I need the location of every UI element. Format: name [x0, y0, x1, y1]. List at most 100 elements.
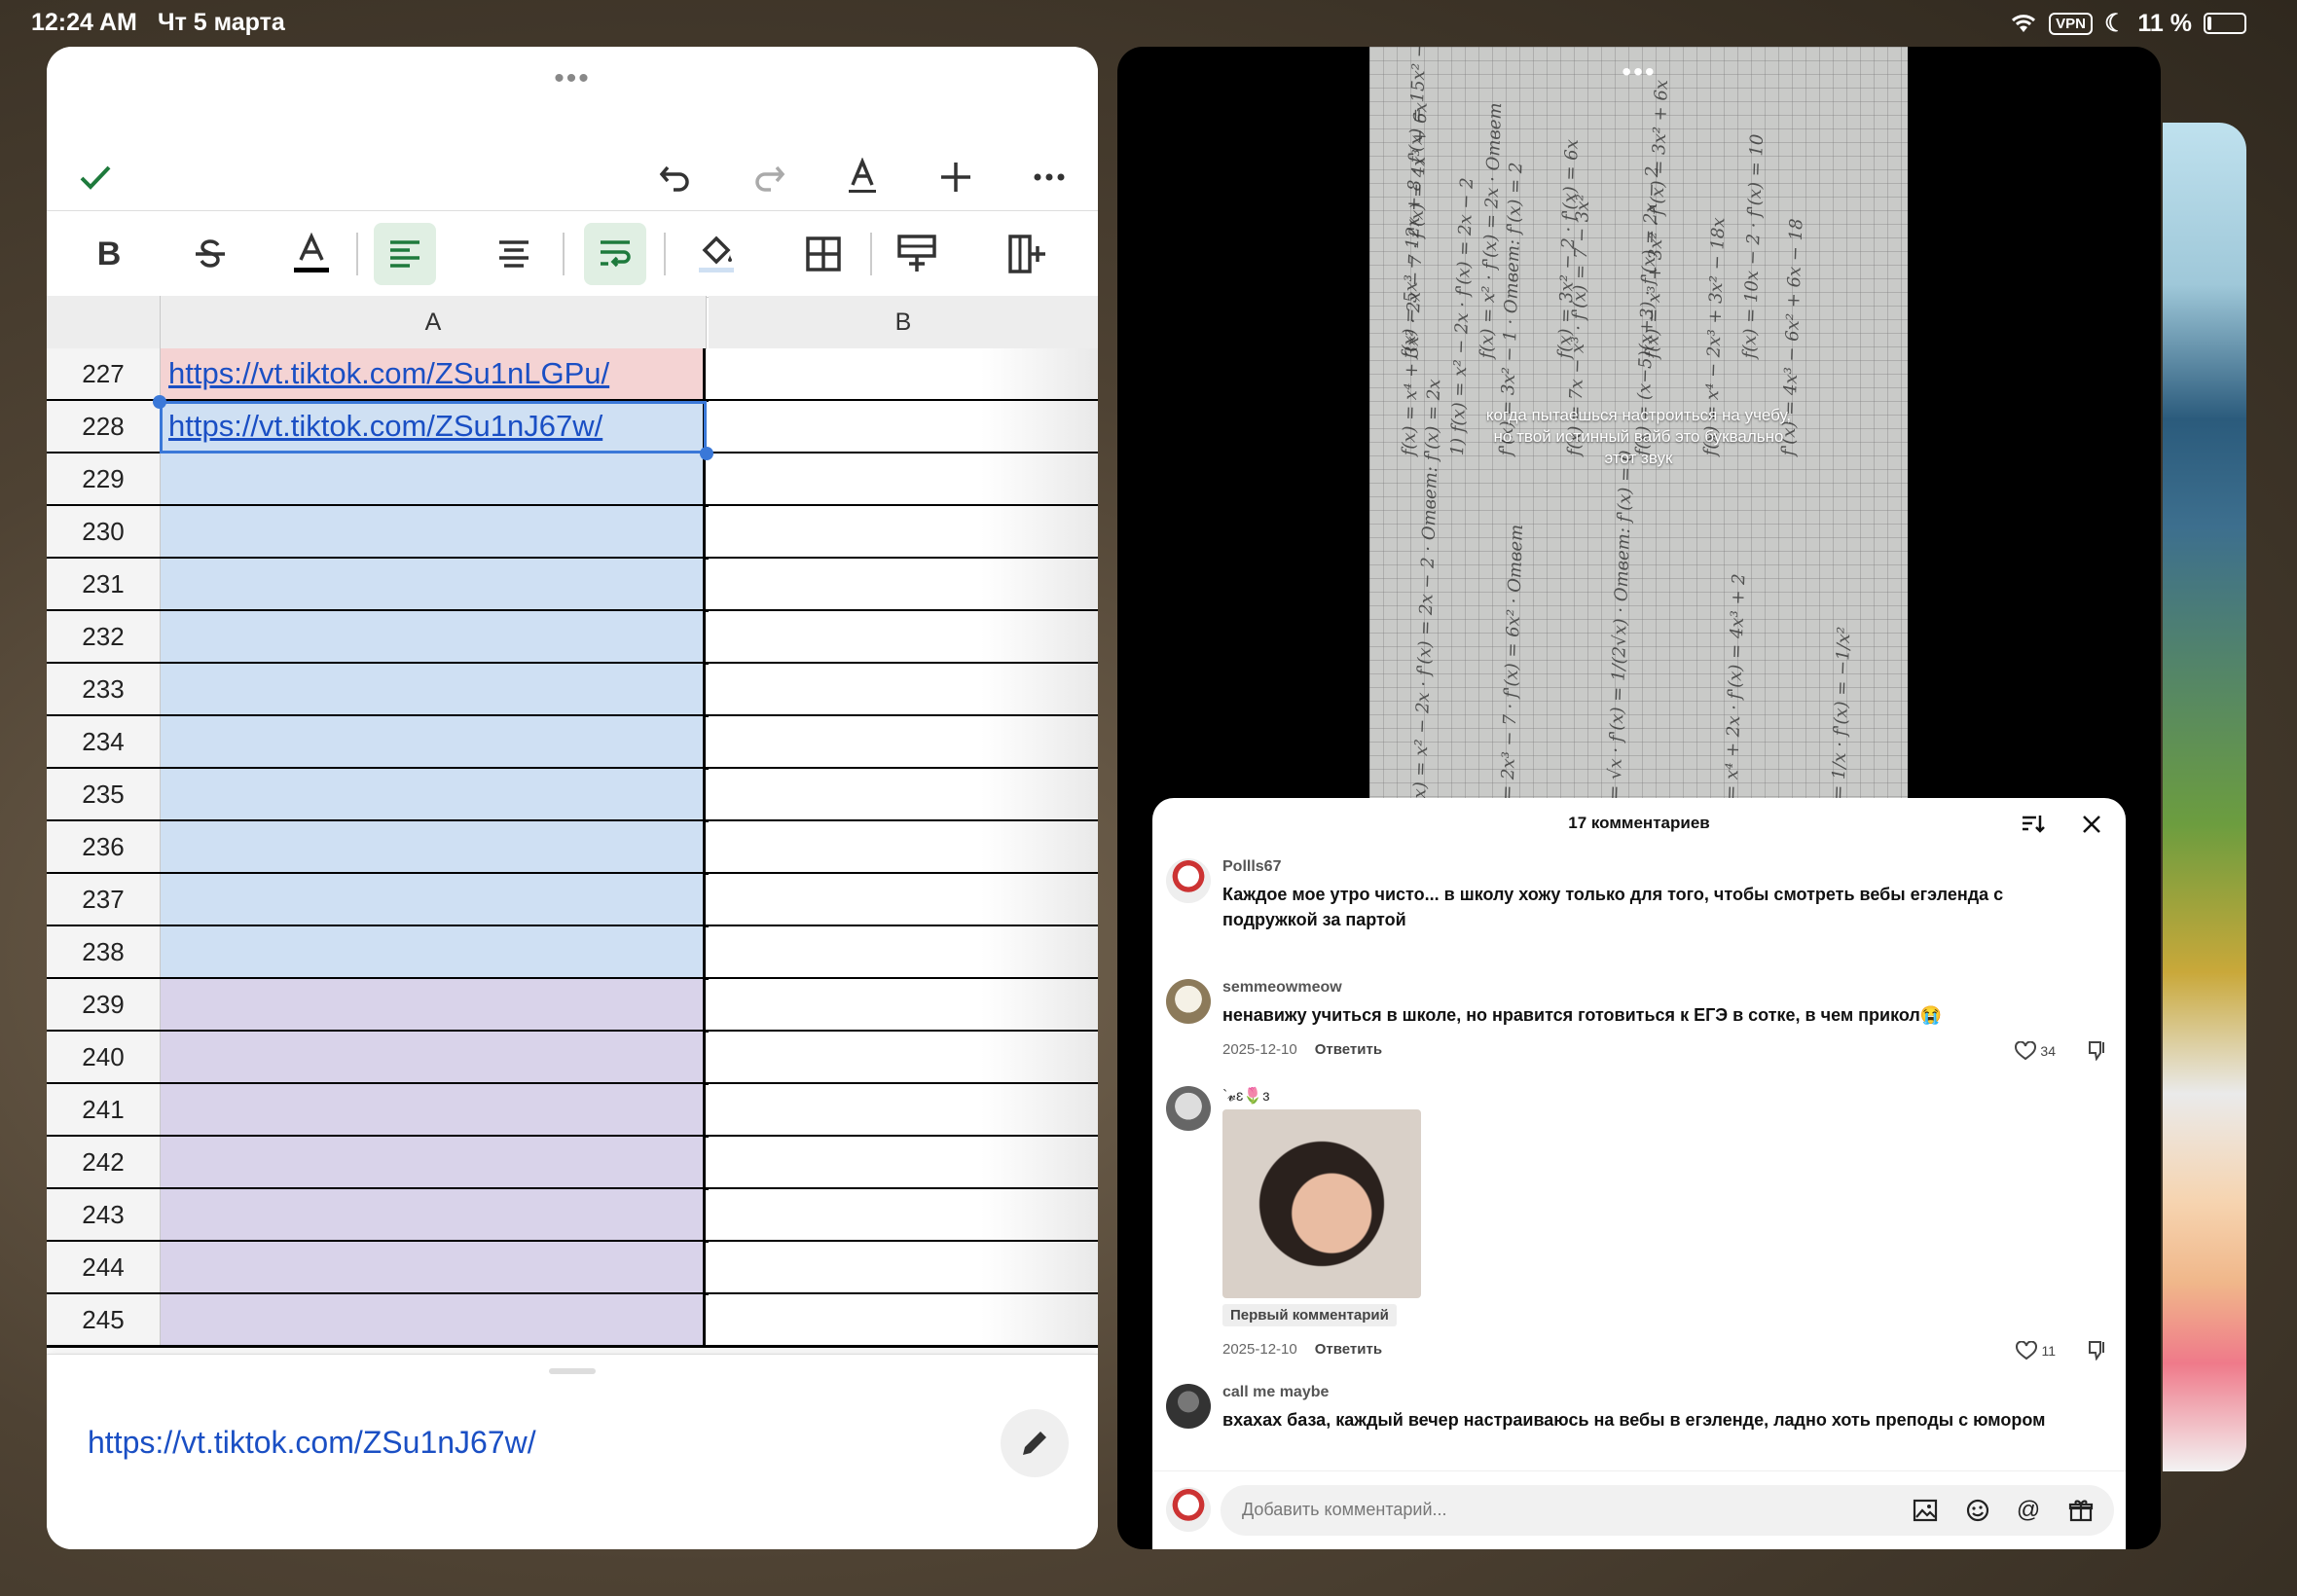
cell-a[interactable] — [161, 453, 706, 504]
checkmark-icon[interactable] — [66, 148, 125, 206]
redo-icon[interactable] — [740, 148, 798, 206]
avatar[interactable] — [1166, 1384, 1211, 1429]
cell-b[interactable] — [709, 1189, 1098, 1240]
align-center-icon[interactable] — [483, 223, 545, 285]
text-format-icon[interactable] — [833, 148, 892, 206]
row-header[interactable]: 240 — [47, 1032, 161, 1082]
my-avatar[interactable] — [1166, 1487, 1211, 1532]
insert-row-icon[interactable] — [886, 223, 948, 285]
row-header[interactable]: 245 — [47, 1294, 161, 1345]
corner-header[interactable] — [47, 296, 161, 349]
reply-button[interactable]: Ответить — [1315, 1341, 1382, 1358]
row-header[interactable]: 229 — [47, 453, 161, 504]
cell-b[interactable] — [709, 453, 1098, 504]
row-header[interactable]: 239 — [47, 979, 161, 1030]
cell-b[interactable] — [709, 348, 1098, 399]
bold-icon[interactable]: B — [78, 223, 140, 285]
pencil-icon[interactable] — [1001, 1409, 1069, 1477]
cell-a[interactable] — [161, 1189, 706, 1240]
cell-a[interactable] — [161, 1294, 706, 1345]
row-header[interactable]: 243 — [47, 1189, 161, 1240]
comment-username[interactable]: `𝓿ɛ🌷ɜ — [1222, 1086, 1270, 1106]
row-header[interactable]: 227 — [47, 348, 161, 399]
sort-icon[interactable] — [2019, 810, 2048, 839]
close-icon[interactable] — [2077, 810, 2106, 839]
editor-drag-handle[interactable] — [549, 1368, 596, 1374]
row-header[interactable]: 231 — [47, 559, 161, 609]
insert-column-icon[interactable] — [997, 223, 1059, 285]
row-header[interactable]: 242 — [47, 1137, 161, 1187]
cell-b[interactable] — [709, 1084, 1098, 1135]
sticker-icon[interactable] — [1964, 1497, 1991, 1524]
wrap-text-icon[interactable] — [584, 223, 646, 285]
row-header[interactable]: 237 — [47, 874, 161, 925]
dislike-icon[interactable] — [2087, 1039, 2108, 1066]
spreadsheet-grid[interactable]: A B 227 https://vt.tiktok.com/ZSu1nLGPu/2… — [47, 296, 1098, 1400]
cell-b[interactable] — [709, 1032, 1098, 1082]
comment-username[interactable]: semmeowmeow — [1222, 979, 1342, 997]
cell-a[interactable] — [161, 506, 706, 557]
selection-handle-top[interactable] — [153, 395, 166, 409]
reply-button[interactable]: Ответить — [1315, 1041, 1382, 1058]
comment-username[interactable]: call me maybe — [1222, 1384, 1329, 1401]
row-header[interactable]: 234 — [47, 716, 161, 767]
strikethrough-icon[interactable] — [179, 223, 241, 285]
cell-a[interactable]: https://vt.tiktok.com/ZSu1nJ67w/ — [161, 401, 706, 452]
cell-a[interactable]: https://vt.tiktok.com/ZSu1nLGPu/ — [161, 348, 706, 399]
row-header[interactable]: 244 — [47, 1242, 161, 1292]
row-header[interactable]: 238 — [47, 926, 161, 977]
mention-icon[interactable]: @ — [2015, 1497, 2042, 1524]
window-grabber-icon[interactable]: ••• — [1622, 56, 1656, 88]
text-color-icon[interactable] — [280, 223, 343, 285]
row-header[interactable]: 236 — [47, 821, 161, 872]
comment-input[interactable]: Добавить комментарий... @ — [1221, 1485, 2114, 1536]
column-header-a[interactable]: A — [161, 296, 707, 349]
dislike-icon[interactable] — [2087, 1339, 2108, 1365]
avatar[interactable] — [1166, 858, 1211, 903]
insert-plus-icon[interactable] — [927, 148, 985, 206]
align-left-icon[interactable] — [374, 223, 436, 285]
cell-b[interactable] — [709, 1137, 1098, 1187]
comment-image[interactable] — [1222, 1109, 1421, 1298]
window-grabber-icon[interactable]: ••• — [554, 62, 591, 95]
cell-a[interactable] — [161, 821, 706, 872]
avatar[interactable] — [1166, 979, 1211, 1024]
row-header[interactable]: 235 — [47, 769, 161, 819]
cell-b[interactable] — [709, 821, 1098, 872]
cell-a[interactable] — [161, 926, 706, 977]
cell-a[interactable] — [161, 611, 706, 662]
cell-a[interactable] — [161, 716, 706, 767]
cell-b[interactable] — [709, 401, 1098, 452]
background-app-card[interactable] — [2163, 123, 2246, 1471]
avatar[interactable] — [1166, 1086, 1211, 1131]
cell-a[interactable] — [161, 1242, 706, 1292]
image-icon[interactable] — [1912, 1497, 1939, 1524]
more-icon[interactable] — [1020, 148, 1078, 206]
row-header[interactable]: 233 — [47, 664, 161, 714]
cell-a[interactable] — [161, 1032, 706, 1082]
undo-icon[interactable] — [646, 148, 705, 206]
row-header[interactable]: 241 — [47, 1084, 161, 1135]
like-button[interactable]: 34 — [2015, 1041, 2056, 1061]
row-header[interactable]: 230 — [47, 506, 161, 557]
cell-b[interactable] — [709, 1294, 1098, 1345]
selection-handle-bottom[interactable] — [700, 447, 713, 460]
comment-username[interactable]: Pollls67 — [1222, 858, 1281, 876]
cell-b[interactable] — [709, 926, 1098, 977]
cell-a[interactable] — [161, 1137, 706, 1187]
borders-icon[interactable] — [792, 223, 855, 285]
column-header-b[interactable]: B — [709, 296, 1098, 349]
row-header[interactable]: 228 — [47, 401, 161, 452]
cell-b[interactable] — [709, 769, 1098, 819]
cell-b[interactable] — [709, 611, 1098, 662]
cell-a[interactable] — [161, 769, 706, 819]
cell-a[interactable] — [161, 559, 706, 609]
cell-a[interactable] — [161, 979, 706, 1030]
cell-b[interactable] — [709, 1242, 1098, 1292]
cell-a[interactable] — [161, 874, 706, 925]
fill-color-icon[interactable] — [685, 223, 747, 285]
gift-icon[interactable] — [2067, 1497, 2095, 1524]
cell-a[interactable] — [161, 664, 706, 714]
row-header[interactable]: 232 — [47, 611, 161, 662]
cell-b[interactable] — [709, 506, 1098, 557]
